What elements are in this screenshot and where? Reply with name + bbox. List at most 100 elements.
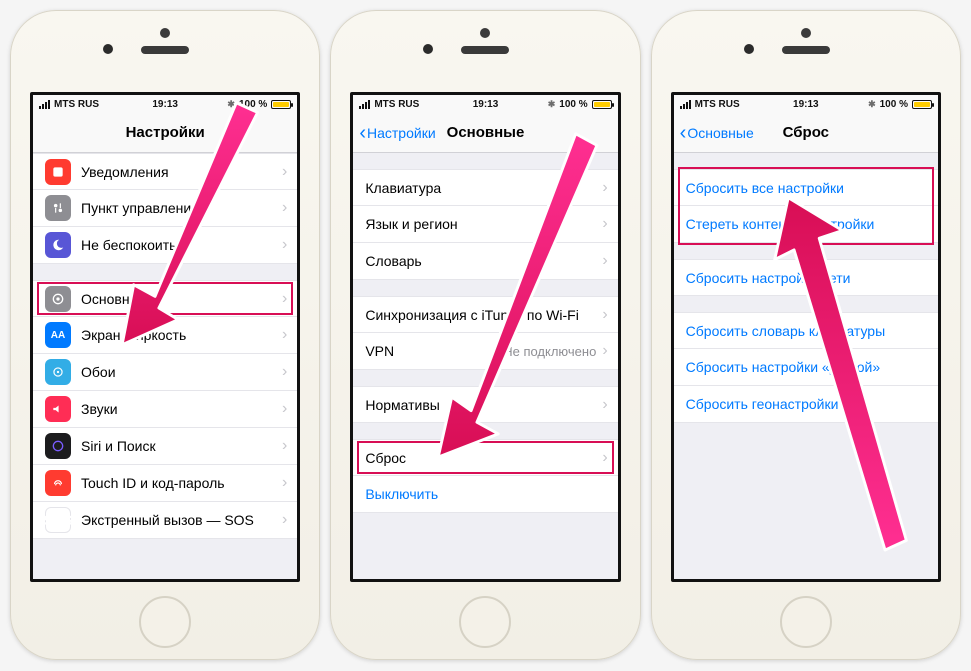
row-label: Сбросить настройки «Домой» (686, 359, 928, 375)
row-sos[interactable]: SOS Экстренный вызов — SOS › (33, 502, 297, 539)
row-label: Сброс (365, 450, 602, 466)
control-center-icon (45, 195, 71, 221)
home-button[interactable] (139, 596, 191, 648)
row-touchid[interactable]: Touch ID и код-пароль › (33, 465, 297, 502)
back-label: Основные (687, 125, 753, 141)
front-camera (103, 44, 113, 54)
row-label: Сбросить геонастройки (686, 396, 928, 412)
row-label: Обои (81, 364, 282, 380)
page-title: Основные (447, 124, 525, 141)
row-shutdown[interactable]: Выключить (353, 476, 617, 513)
row-siri[interactable]: Siri и Поиск › (33, 428, 297, 465)
row-label: Основные (81, 291, 282, 307)
sensor-dot (801, 28, 811, 38)
row-label: Выключить (365, 486, 607, 502)
row-sounds[interactable]: Звуки › (33, 391, 297, 428)
chevron-right-icon: › (602, 306, 607, 324)
page-title: Сброс (783, 124, 829, 141)
chevron-right-icon: › (602, 252, 607, 270)
carrier-label: MTS RUS (54, 99, 99, 110)
row-general[interactable]: Основные › (33, 280, 297, 317)
speaker-grille (782, 46, 830, 54)
row-label: Звуки (81, 401, 282, 417)
clock: 19:13 (473, 99, 499, 110)
row-dictionary[interactable]: Словарь › (353, 243, 617, 280)
nav-bar: Настройки (33, 113, 297, 153)
row-do-not-disturb[interactable]: Не беспокоить › (33, 227, 297, 264)
chevron-right-icon: › (602, 342, 607, 360)
row-label: Не беспокоить (81, 237, 282, 253)
phone-reset: MTS RUS 19:13 ✱ 100 % ‹ Основные Сброс (651, 10, 961, 660)
row-reset-keyboard-dict[interactable]: Сбросить словарь клавиатуры (674, 312, 938, 349)
sos-icon: SOS (45, 507, 71, 533)
chevron-right-icon: › (602, 396, 607, 414)
row-vpn[interactable]: VPN Не подключено › (353, 333, 617, 370)
battery-percent: 100 % (239, 99, 267, 110)
back-button[interactable]: ‹ Настройки (359, 123, 435, 143)
chevron-right-icon: › (602, 215, 607, 233)
sensor-dot (160, 28, 170, 38)
row-wallpaper[interactable]: Обои › (33, 354, 297, 391)
row-label: Клавиатура (365, 180, 602, 196)
row-keyboard[interactable]: Клавиатура › (353, 169, 617, 206)
chevron-right-icon: › (282, 236, 287, 254)
chevron-right-icon: › (602, 179, 607, 197)
siri-icon (45, 433, 71, 459)
row-language[interactable]: Язык и регион › (353, 206, 617, 243)
signal-icon (680, 100, 691, 109)
status-bar: MTS RUS 19:13 ✱ 100 % (674, 95, 938, 113)
row-reset-home[interactable]: Сбросить настройки «Домой» (674, 349, 938, 386)
row-itunes-wifi[interactable]: Синхронизация с iTunes по Wi-Fi › (353, 296, 617, 333)
chevron-left-icon: ‹ (359, 123, 366, 143)
status-bar: MTS RUS 19:13 ✱ 100 % (33, 95, 297, 113)
battery-icon (271, 100, 291, 109)
battery-icon (592, 100, 612, 109)
battery-percent: 100 % (880, 99, 908, 110)
row-label: Пункт управления (81, 200, 282, 216)
carrier-label: MTS RUS (374, 99, 419, 110)
bluetooth-icon: ✱ (227, 99, 235, 110)
row-label: Экран и яркость (81, 327, 282, 343)
row-reset-location[interactable]: Сбросить геонастройки (674, 386, 938, 423)
back-button[interactable]: ‹ Основные (680, 123, 754, 143)
row-reset[interactable]: Сброс › (353, 439, 617, 476)
row-erase-all[interactable]: Стереть контент и настройки (674, 206, 938, 243)
phone-general: MTS RUS 19:13 ✱ 100 % ‹ Настройки Основн… (330, 10, 640, 660)
home-button[interactable] (459, 596, 511, 648)
row-value: Не подключено (503, 344, 596, 359)
nav-bar: ‹ Основные Сброс (674, 113, 938, 153)
chevron-right-icon: › (282, 511, 287, 529)
row-notifications[interactable]: Уведомления › (33, 153, 297, 190)
row-label: Сбросить все настройки (686, 180, 928, 196)
row-reset-network[interactable]: Сбросить настройки сети (674, 259, 938, 296)
row-label: Сбросить настройки сети (686, 270, 928, 286)
chevron-right-icon: › (282, 163, 287, 181)
chevron-right-icon: › (282, 290, 287, 308)
bluetooth-icon: ✱ (548, 99, 556, 110)
notifications-icon (45, 159, 71, 185)
gear-icon (45, 286, 71, 312)
row-label: Нормативы (365, 397, 602, 413)
row-reset-all-settings[interactable]: Сбросить все настройки (674, 169, 938, 206)
row-label: Уведомления (81, 164, 282, 180)
row-label: Стереть контент и настройки (686, 216, 928, 232)
chevron-right-icon: › (282, 437, 287, 455)
moon-icon (45, 232, 71, 258)
speaker-grille (141, 46, 189, 54)
row-label: Сбросить словарь клавиатуры (686, 323, 928, 339)
carrier-label: MTS RUS (695, 99, 740, 110)
fingerprint-icon (45, 470, 71, 496)
home-button[interactable] (780, 596, 832, 648)
row-display[interactable]: AA Экран и яркость › (33, 317, 297, 354)
back-label: Настройки (367, 125, 436, 141)
phone-settings-root: MTS RUS 19:13 ✱ 100 % Настройки Уведомле… (10, 10, 320, 660)
screen: MTS RUS 19:13 ✱ 100 % ‹ Основные Сброс (671, 92, 941, 582)
chevron-right-icon: › (282, 326, 287, 344)
row-label: VPN (365, 343, 503, 359)
row-regulatory[interactable]: Нормативы › (353, 386, 617, 423)
front-camera (423, 44, 433, 54)
clock: 19:13 (152, 99, 178, 110)
chevron-right-icon: › (282, 199, 287, 217)
chevron-right-icon: › (282, 363, 287, 381)
row-control-center[interactable]: Пункт управления › (33, 190, 297, 227)
